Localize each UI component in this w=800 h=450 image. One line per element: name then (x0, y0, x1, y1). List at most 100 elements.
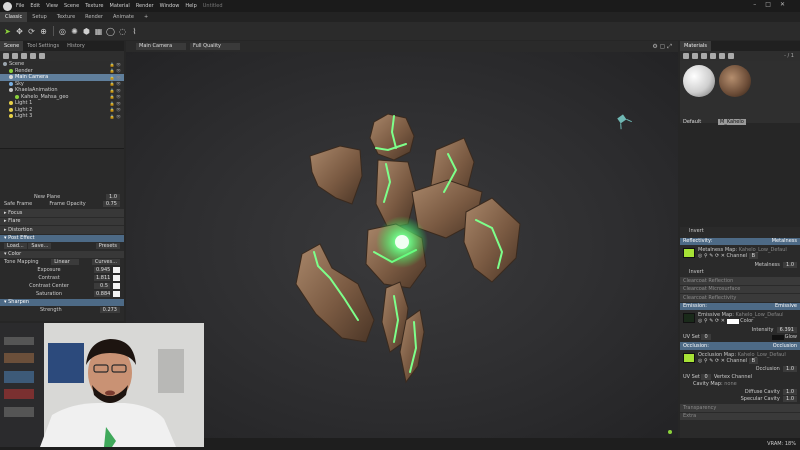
grid-tool-icon[interactable]: ▦ (93, 26, 104, 37)
contrast-center-swatch[interactable] (113, 282, 120, 289)
window-controls[interactable]: –□✕ (753, 1, 794, 8)
move-tool-icon[interactable]: ✥ (14, 26, 25, 37)
tab-tool-settings[interactable]: Tool Settings (23, 41, 63, 51)
occlusion-channel-select[interactable]: B (748, 357, 759, 364)
select-tool-icon[interactable]: ➤ (2, 26, 13, 37)
curves-button[interactable]: Curves... (91, 258, 120, 265)
clearcoat-reflectivity-section[interactable]: Clearcoat Reflectivity (680, 294, 800, 302)
focus-section[interactable]: ▸ Focus (0, 209, 124, 217)
quality-select[interactable]: Full Quality (190, 43, 240, 50)
clearcoat-microsurface-section[interactable]: Clearcoat Microsurface (680, 285, 800, 293)
contrast-center-value[interactable]: 0.5 (94, 282, 110, 289)
new-plane-value[interactable]: 1.0 (106, 193, 120, 200)
occlusion-uv-select[interactable]: 0 (701, 373, 711, 380)
group-icon[interactable] (39, 53, 45, 59)
invert-row[interactable]: Invert (680, 227, 800, 235)
material-default-thumb[interactable] (683, 65, 715, 97)
menu-file[interactable]: File (16, 3, 24, 9)
occlusion-value[interactable]: 1.0 (783, 366, 797, 373)
camera-tool-icon[interactable]: ◎ (57, 26, 68, 37)
transparency-section[interactable]: Transparency (680, 404, 800, 412)
extra-section[interactable]: Extra (680, 412, 800, 420)
viewport-settings-icon[interactable]: ⚙ ▢ ⤢ (652, 43, 672, 51)
add-object-icon[interactable] (3, 53, 9, 59)
visibility-icon[interactable]: 🔒 👁 (110, 75, 121, 80)
camera-select[interactable]: Main Camera (136, 43, 186, 50)
exposure-swatch[interactable] (113, 266, 120, 273)
menu-window[interactable]: Window (160, 3, 180, 9)
export-material-icon[interactable] (719, 53, 725, 59)
menu-render[interactable]: Render (136, 3, 154, 9)
tab-scene[interactable]: Scene (0, 41, 24, 51)
menu-view[interactable]: View (46, 3, 58, 9)
emissive-map-thumb[interactable] (683, 313, 695, 323)
mesh-tool-icon[interactable]: ⬢ (81, 26, 92, 37)
distortion-section[interactable]: ▸ Distortion (0, 226, 124, 234)
tab-history[interactable]: History (63, 41, 89, 51)
tab-setup[interactable]: Setup (27, 12, 52, 22)
import-icon[interactable] (12, 53, 18, 59)
contrast-swatch[interactable] (113, 274, 120, 281)
visibility-icon[interactable]: 🔒 👁 (110, 68, 121, 73)
flare-section[interactable]: ▸ Flare (0, 217, 124, 225)
strength-value[interactable]: 0.273 (99, 306, 120, 313)
material-kahelo-thumb[interactable] (719, 65, 751, 97)
new-material-icon[interactable] (683, 53, 689, 59)
menu-help[interactable]: Help (185, 3, 196, 9)
tab-texture[interactable]: Texture (52, 12, 80, 22)
contrast-value[interactable]: 1.811 (94, 274, 110, 281)
rotate-tool-icon[interactable]: ⟳ (26, 26, 37, 37)
safe-frame-checkbox[interactable]: Safe Frame (4, 201, 32, 207)
tab-add[interactable]: + (139, 12, 153, 22)
menu-texture[interactable]: Texture (85, 3, 103, 9)
tab-render[interactable]: Render (80, 12, 108, 22)
cavity-map-file[interactable]: none (724, 381, 736, 387)
visibility-icon[interactable]: 🔒 👁 (110, 94, 121, 99)
tab-classic[interactable]: Classic (0, 12, 28, 22)
visibility-icon[interactable]: 🔒 👁 (110, 62, 121, 67)
tab-materials[interactable]: Materials (680, 41, 711, 51)
frame-opacity-value[interactable]: 0.75 (102, 201, 120, 208)
delete-material-icon[interactable] (701, 53, 707, 59)
scale-tool-icon[interactable]: ⊕ (38, 26, 49, 37)
reflectivity-mode[interactable]: Metalness (772, 238, 797, 244)
menu-material[interactable]: Material (110, 3, 130, 9)
measure-tool-icon[interactable]: ⌇ (129, 26, 140, 37)
emission-section[interactable]: Emission: Emissive (680, 302, 800, 310)
post-effect-section[interactable]: ▾ Post Effect (0, 234, 124, 242)
tree-item[interactable]: Light 3 🔒 👁 (0, 113, 124, 120)
visibility-icon[interactable]: 🔒 👁 (110, 88, 121, 93)
channel-select[interactable]: B (748, 253, 759, 259)
visibility-icon[interactable]: 🔒 👁 (110, 107, 121, 112)
import-material-icon[interactable] (710, 53, 716, 59)
sharpen-section[interactable]: ▾ Sharpen (0, 298, 124, 306)
visibility-icon[interactable]: 🔒 👁 (110, 81, 121, 86)
save-button[interactable]: Save... (28, 242, 52, 249)
metalness-map-tools-icon[interactable]: ◎ ⚲ ✎ ⟳ ✕ (698, 253, 725, 259)
light-gizmo-icon[interactable] (615, 113, 632, 130)
intensity-value[interactable]: 6.391 (776, 326, 797, 333)
clearcoat-reflection-section[interactable]: Clearcoat Reflection (680, 277, 800, 285)
menu-edit[interactable]: Edit (30, 3, 40, 9)
delete-icon[interactable] (30, 53, 36, 59)
invert2-row[interactable]: Invert (680, 269, 800, 277)
presets-button[interactable]: Presets (95, 242, 120, 249)
tab-animate[interactable]: Animate (108, 12, 139, 22)
saturation-swatch[interactable] (113, 290, 120, 297)
emission-uv-select[interactable]: 0 (701, 334, 711, 341)
reflectivity-section[interactable]: Reflectivity: Metalness (680, 237, 800, 245)
sphere-tool-icon[interactable]: ◯ (105, 26, 116, 37)
saturation-value[interactable]: 0.884 (94, 290, 110, 297)
menu-scene[interactable]: Scene (64, 3, 79, 9)
occlusion-section[interactable]: Occlusion: Occlusion (680, 342, 800, 350)
emissive-map-tools-icon[interactable]: ◎ ⚲ ✎ ⟳ ✕ (698, 318, 725, 324)
metalness-value[interactable]: 1.0 (783, 261, 797, 268)
light-tool-icon[interactable]: ✺ (69, 26, 80, 37)
viewport[interactable] (126, 52, 678, 438)
visibility-icon[interactable]: 🔒 👁 (110, 114, 121, 119)
new-plane-label[interactable]: New Plane (34, 194, 60, 200)
material-settings-icon[interactable] (728, 53, 734, 59)
duplicate-icon[interactable] (21, 53, 27, 59)
exposure-value[interactable]: 0.945 (94, 266, 110, 273)
diffuse-cavity-value[interactable]: 1.0 (783, 388, 797, 395)
